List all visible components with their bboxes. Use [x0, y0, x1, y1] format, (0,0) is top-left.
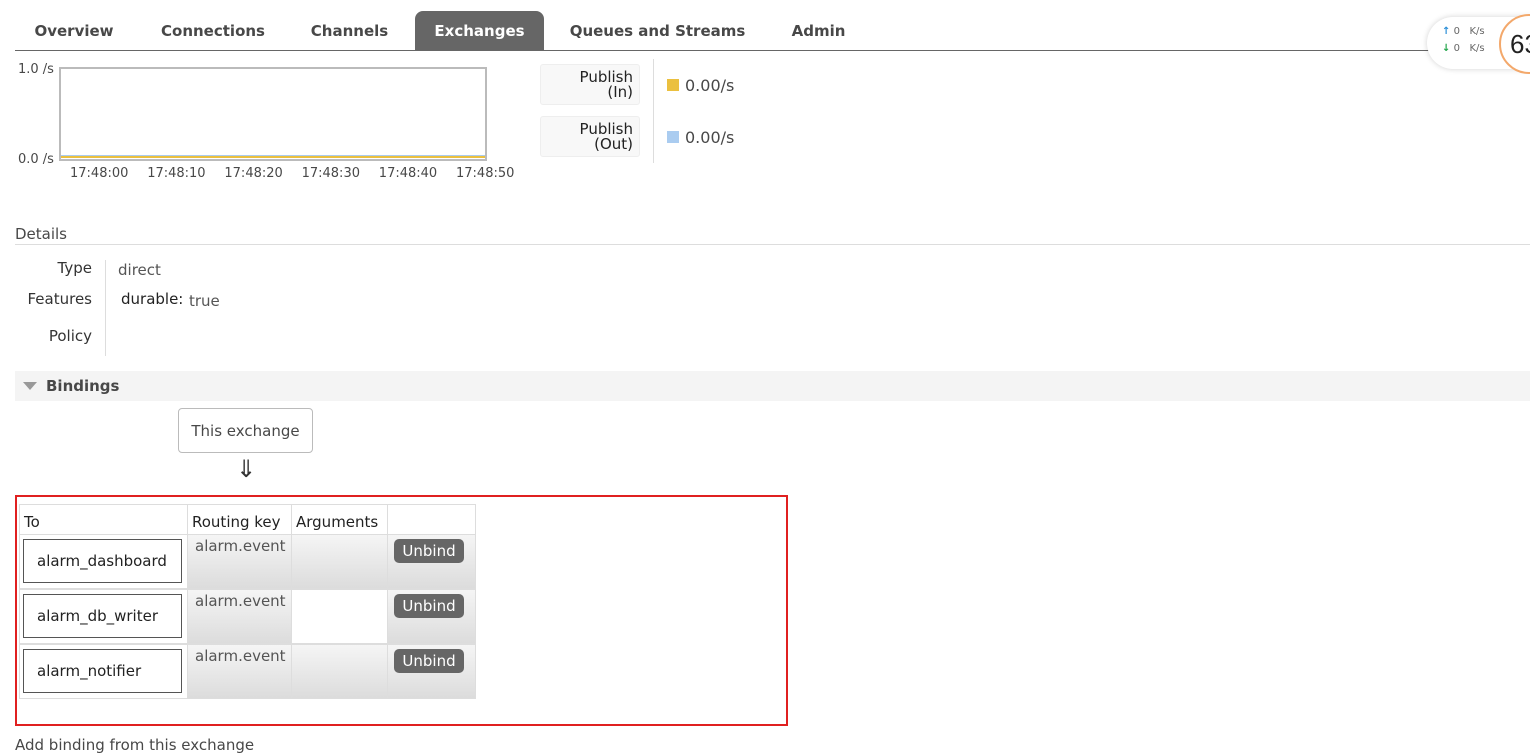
column-header-arguments: Arguments [291, 504, 388, 535]
x-tick-label: 17:48:40 [378, 166, 438, 181]
bindings-section-toggle[interactable]: Bindings [15, 371, 1530, 401]
details-column-divider [105, 260, 106, 356]
chart-y-max-label: 1.0 /s [18, 62, 54, 77]
tab-admin[interactable]: Admin [776, 11, 861, 50]
details-divider [15, 244, 1530, 245]
to-cell: alarm_db_writer [19, 589, 188, 644]
type-value: direct [118, 261, 161, 279]
tab-channels[interactable]: Channels [295, 11, 404, 50]
upload-speed: ↑ 0 K/s [1442, 26, 1485, 37]
chart-plot-area [61, 155, 485, 158]
x-tick-label: 17:48:50 [456, 166, 515, 181]
durable-value: true [189, 292, 220, 310]
type-label: Type [57, 259, 92, 277]
routing-key-value: alarm.event [195, 647, 286, 665]
action-cell: Unbind [387, 644, 476, 699]
legend-publish-out: Publish (Out) [540, 116, 640, 157]
arguments-cell [291, 534, 388, 589]
unbind-button[interactable]: Unbind [394, 594, 464, 618]
unbind-button[interactable]: Unbind [394, 539, 464, 563]
routing-key-value: alarm.event [195, 537, 286, 555]
legend-value-publish-in: 0.00/s [685, 76, 735, 95]
column-header-actions [387, 504, 476, 535]
durable-key: durable: [121, 290, 184, 308]
tab-queues-and-streams[interactable]: Queues and Streams [556, 11, 759, 50]
column-header-routing-key: Routing key [187, 504, 292, 535]
legend-publish-in-label-2: (In) [607, 83, 633, 101]
download-value: 0 [1453, 43, 1460, 54]
x-tick-label: 17:48:30 [301, 166, 360, 181]
arrow-up-icon: ↑ [1442, 26, 1451, 37]
upload-value: 0 [1453, 26, 1460, 37]
policy-label: Policy [48, 327, 92, 345]
legend-publish-out-label-2: (Out) [594, 135, 633, 153]
queue-link-alarm-notifier[interactable]: alarm_notifier [23, 649, 182, 693]
to-cell: alarm_dashboard [19, 534, 188, 589]
queue-link-alarm-db-writer[interactable]: alarm_db_writer [23, 594, 182, 638]
routing-key-value: alarm.event [195, 592, 286, 610]
arguments-cell [291, 589, 388, 644]
to-cell: alarm_notifier [19, 644, 188, 699]
legend-swatch-publish-out [667, 131, 679, 143]
routing-key-cell: alarm.event [187, 589, 292, 644]
routing-key-cell: alarm.event [187, 644, 292, 699]
action-cell: Unbind [387, 534, 476, 589]
queue-link-alarm-dashboard[interactable]: alarm_dashboard [23, 539, 182, 583]
collapse-triangle-icon [23, 382, 37, 390]
unbind-button[interactable]: Unbind [394, 649, 464, 673]
column-header-to: To [19, 504, 188, 535]
x-tick-label: 17:48:20 [224, 166, 283, 181]
tab-exchanges[interactable]: Exchanges [415, 11, 544, 50]
download-unit: K/s [1469, 43, 1485, 54]
arrow-down-icon: ↓ [1442, 43, 1451, 54]
tab-connections[interactable]: Connections [143, 11, 283, 50]
bindings-title: Bindings [46, 377, 120, 395]
chart-y-min-label: 0.0 /s [18, 152, 54, 167]
download-speed: ↓ 0 K/s [1442, 43, 1485, 54]
legend-divider [653, 59, 654, 163]
features-label: Features [27, 290, 93, 308]
message-rate-chart [59, 67, 487, 161]
this-exchange-box: This exchange [178, 408, 313, 453]
routing-key-cell: alarm.event [187, 534, 292, 589]
arguments-cell [291, 644, 388, 699]
x-tick-label: 17:48:00 [70, 166, 129, 181]
add-binding-title: Add binding from this exchange [15, 736, 255, 754]
tab-overview[interactable]: Overview [15, 11, 133, 50]
legend-swatch-publish-in [667, 79, 679, 91]
upload-unit: K/s [1469, 26, 1485, 37]
legend-value-publish-out: 0.00/s [685, 128, 735, 147]
top-nav: Overview Connections Channels Exchanges … [15, 10, 1530, 51]
details-title: Details [15, 225, 68, 243]
legend-publish-in: Publish (In) [540, 64, 640, 105]
double-down-arrow-icon: ⇓ [236, 455, 257, 483]
x-tick-label: 17:48:10 [147, 166, 206, 181]
action-cell: Unbind [387, 589, 476, 644]
